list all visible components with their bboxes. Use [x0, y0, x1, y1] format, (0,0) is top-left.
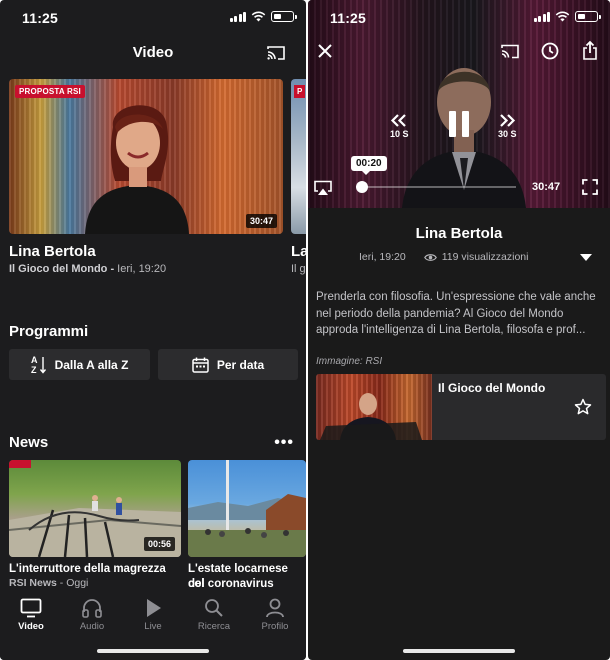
next-featured-meta: Il g: [291, 263, 306, 275]
signal-icon: [229, 11, 246, 22]
pause-icon[interactable]: [446, 110, 472, 138]
news-meta: RSI News - Oggi: [9, 577, 88, 589]
cast-icon[interactable]: [266, 44, 286, 62]
featured-title: Lina Bertola: [9, 243, 96, 260]
news-card[interactable]: [188, 460, 306, 557]
favorite-star-icon[interactable]: [574, 398, 592, 416]
sort-az-icon: AZ: [31, 355, 46, 375]
tab-audio[interactable]: Audio: [62, 598, 122, 632]
video-screen: 11:25 Video PROPOSTA RSI 30:47 P Lina Be…: [0, 0, 306, 660]
eye-icon: [423, 253, 437, 261]
episode-views: 119 visualizzazioni: [423, 251, 529, 263]
battery-icon: [271, 11, 297, 22]
calendar-icon: [192, 357, 209, 373]
news-title: L'interruttore della magrezza: [9, 563, 166, 575]
play-icon: [147, 599, 161, 617]
tab-profilo[interactable]: Profilo: [245, 598, 305, 632]
status-time: 11:25: [330, 10, 367, 26]
status-bar: 11:25: [0, 0, 306, 36]
scrub-time-tooltip: 00:20: [351, 156, 387, 175]
sort-date-label: Per data: [216, 357, 265, 372]
proposta-tag: PROPOSTA RSI: [15, 85, 85, 98]
fast-forward-icon: [500, 114, 516, 127]
episode-date: Ieri, 19:20: [359, 251, 406, 263]
wifi-icon: [251, 11, 266, 22]
rewind-icon: [391, 114, 407, 127]
battery-icon: [575, 11, 601, 22]
signal-icon: [533, 11, 550, 22]
tab-profilo-label: Profilo: [261, 621, 289, 632]
skip-forward-button[interactable]: 30 S: [498, 114, 517, 139]
player-screen: 11:25 10 S 30 S 00:20 30:47 Lina Bertola…: [308, 0, 610, 660]
news-card[interactable]: 00:56: [9, 460, 181, 557]
news-heading: News: [9, 434, 49, 451]
tab-audio-label: Audio: [79, 621, 105, 632]
news-separator: -: [56, 577, 67, 589]
featured-meta: Il Gioco del Mondo - Ieri, 19:20: [9, 263, 166, 275]
skip-forward-label: 30 S: [498, 129, 517, 139]
search-icon: [205, 599, 223, 617]
tv-icon: [20, 598, 42, 618]
home-indicator: [403, 649, 515, 653]
sort-az-button[interactable]: AZ Dalla A alla Z: [9, 349, 150, 380]
news-image: [188, 460, 306, 557]
more-options-icon[interactable]: •••: [274, 434, 294, 452]
status-time: 11:25: [22, 10, 59, 26]
tab-ricerca[interactable]: Ricerca: [184, 598, 244, 632]
episode-description: Prenderla con filosofia. Un'espressione …: [316, 291, 596, 336]
episode-title: Lina Bertola: [415, 225, 503, 242]
total-duration: 30:47: [532, 181, 561, 193]
video-player[interactable]: 11:25 10 S 30 S 00:20 30:47: [308, 0, 610, 208]
news-duration-badge: 00:56: [143, 537, 175, 551]
sort-date-button[interactable]: Per data: [158, 349, 298, 380]
duration-badge: 30:47: [245, 214, 277, 228]
clock-icon[interactable]: [541, 42, 559, 60]
tab-bar: Video Audio Live Ricerca Profilo: [0, 592, 306, 660]
news-title-line2: col coronavirus: [188, 578, 274, 590]
page-title: Video: [132, 44, 174, 61]
chevron-down-icon[interactable]: [580, 254, 592, 262]
skip-back-button[interactable]: 10 S: [390, 114, 409, 139]
airplay-icon[interactable]: [313, 180, 333, 196]
tab-live-label: Live: [144, 621, 162, 632]
home-indicator: [97, 649, 209, 653]
next-featured-card[interactable]: P: [291, 79, 306, 234]
program-name: Il Gioco del Mondo: [438, 381, 546, 395]
tab-ricerca-label: Ricerca: [197, 621, 231, 632]
featured-video-card[interactable]: PROPOSTA RSI 30:47: [9, 79, 283, 234]
next-proposta-tag: P: [294, 85, 306, 98]
status-bar: 11:25: [308, 0, 610, 36]
next-featured-title: La: [291, 243, 306, 260]
progress-track[interactable]: [355, 181, 516, 193]
program-card[interactable]: Il Gioco del Mondo: [316, 374, 606, 440]
featured-separator: -: [107, 263, 118, 275]
sort-az-label: Dalla A alla Z: [54, 357, 129, 372]
news-date: Oggi: [66, 577, 89, 589]
close-icon[interactable]: [316, 42, 334, 60]
svg-text:Z: Z: [31, 365, 37, 375]
person-icon: [266, 598, 284, 618]
news-source: RSI News: [9, 577, 57, 589]
tab-video-label: Video: [18, 621, 44, 632]
tab-live[interactable]: Live: [123, 598, 183, 632]
headphones-icon: [82, 599, 102, 618]
tab-video[interactable]: Video: [1, 598, 61, 632]
presenter-image: [85, 105, 189, 234]
svg-text:A: A: [31, 355, 38, 365]
share-icon[interactable]: [582, 40, 598, 60]
views-count: 119 visualizzazioni: [441, 251, 529, 263]
fullscreen-icon[interactable]: [582, 179, 598, 195]
programmi-heading: Programmi: [9, 323, 89, 340]
wifi-icon: [555, 11, 570, 22]
cast-icon[interactable]: [500, 43, 520, 60]
featured-program: Il Gioco del Mondo: [9, 263, 108, 275]
program-image: [316, 374, 432, 440]
progress-thumb[interactable]: [355, 181, 368, 193]
skip-back-label: 10 S: [390, 129, 409, 139]
image-credit: Immagine: RSI: [316, 356, 383, 367]
episode-meta: Ieri, 19:20 119 visualizzazioni: [359, 251, 528, 263]
featured-date: Ieri, 19:20: [117, 263, 167, 275]
